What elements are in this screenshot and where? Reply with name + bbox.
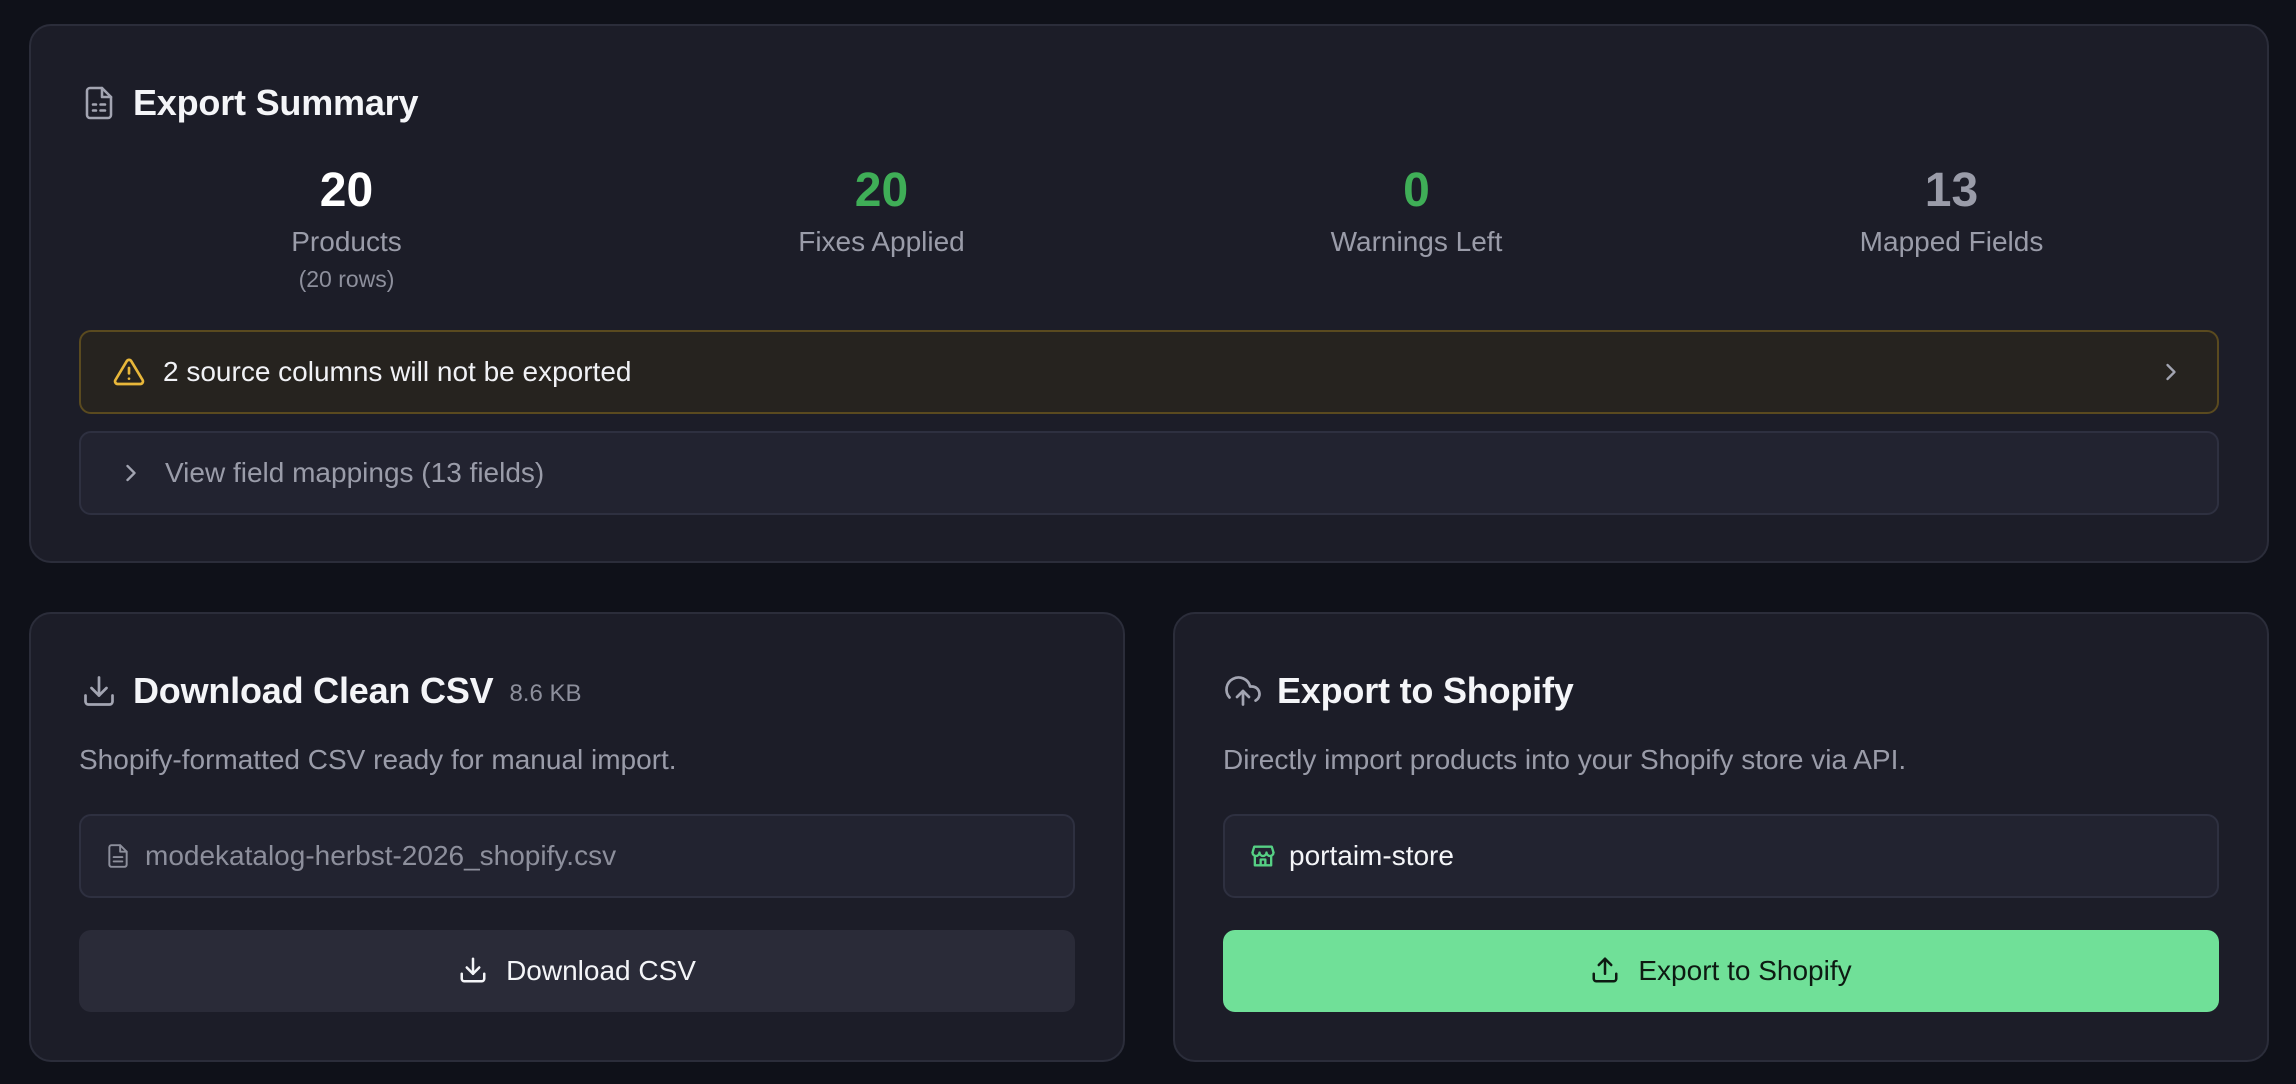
stat-label: Mapped Fields [1859,226,2044,257]
stat-sublabel: (20 rows) [298,266,395,292]
summary-stats: 20 Products (20 rows) 20 Fixes Applied 0… [31,164,2267,293]
summary-header: Export Summary [79,82,418,124]
view-field-mappings-toggle[interactable]: View field mappings (13 fields) [79,431,2219,515]
export-to-shopify-label: Export to Shopify [1638,955,1852,986]
stat-mapped-fields: 13 Mapped Fields [1684,164,2219,293]
csv-title: Download Clean CSV [133,670,494,711]
export-to-shopify-button[interactable]: Export to Shopify [1223,930,2219,1012]
csv-filename: modekatalog-herbst-2026_shopify.csv [145,840,617,871]
chevron-right-icon [117,459,145,487]
shopify-title: Export to Shopify [1277,670,1574,711]
upload-icon [1590,955,1622,987]
warning-text: 2 source columns will not be exported [163,356,632,387]
csv-header: Download Clean CSV 8.6 KB [79,670,582,712]
stat-warnings-left: 0 Warnings Left [1149,164,1684,293]
csv-filename-field: modekatalog-herbst-2026_shopify.csv [79,814,1075,898]
stat-label: Fixes Applied [798,226,965,257]
unexported-columns-warning[interactable]: 2 source columns will not be exported [79,330,2219,414]
download-icon [458,955,490,987]
alert-triangle-icon [113,356,145,388]
summary-title: Export Summary [133,82,419,123]
file-text-icon [79,83,119,123]
shopify-description: Directly import products into your Shopi… [1223,744,1907,775]
stat-products: 20 Products (20 rows) [79,164,614,293]
file-size: 8.6 KB [509,680,582,707]
download-csv-button[interactable]: Download CSV [79,930,1075,1012]
export-shopify-card: Export to Shopify Directly import produc… [1173,612,2269,1062]
file-icon [105,842,133,870]
stat-label: Warnings Left [1330,226,1503,257]
stat-value: 0 [1403,164,1430,217]
export-summary-card: Export Summary 20 Products (20 rows) 20 … [29,24,2269,563]
shopify-header: Export to Shopify [1223,670,1574,712]
download-csv-card: Download Clean CSV 8.6 KB Shopify-format… [29,612,1125,1062]
stat-label: Products [291,226,402,257]
mappings-toggle-label: View field mappings (13 fields) [165,457,545,488]
stat-value: 13 [1924,164,1979,217]
download-csv-label: Download CSV [506,955,696,986]
store-icon [1249,842,1277,870]
csv-description: Shopify-formatted CSV ready for manual i… [79,744,677,775]
shopify-store-field[interactable]: portaim-store [1223,814,2219,898]
store-name: portaim-store [1289,840,1454,871]
download-icon [79,671,119,711]
cloud-upload-icon [1223,671,1263,711]
stat-fixes-applied: 20 Fixes Applied [614,164,1149,293]
chevron-right-icon [2157,358,2185,386]
stat-value: 20 [854,164,909,217]
stat-value: 20 [319,164,374,217]
